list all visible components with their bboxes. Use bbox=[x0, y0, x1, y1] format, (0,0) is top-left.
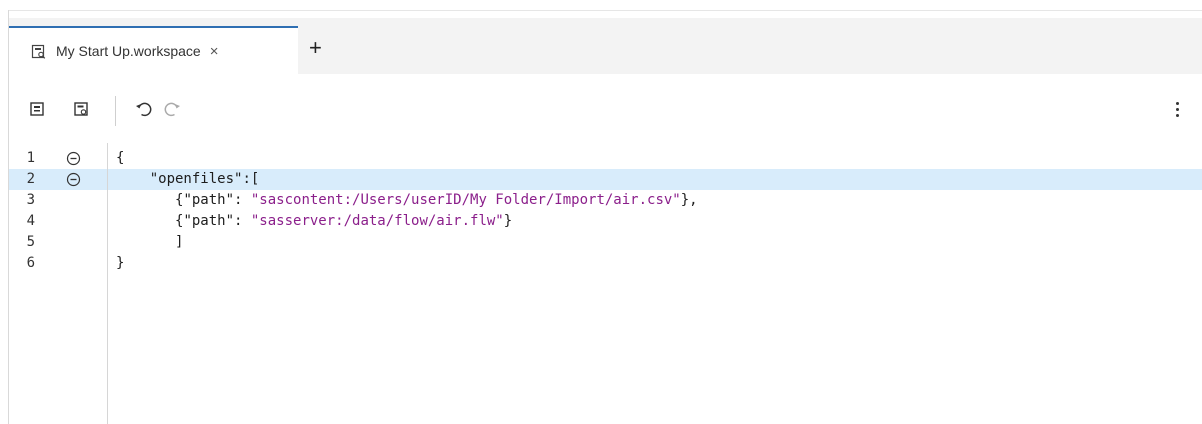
save-icon bbox=[30, 102, 44, 116]
code-text: "openfiles":[ bbox=[149, 171, 260, 187]
frame-top-border bbox=[8, 10, 1202, 11]
editor-toolbar bbox=[26, 96, 1202, 126]
redo-button[interactable] bbox=[162, 98, 184, 120]
code-line-active: 2 "openfiles":[ bbox=[9, 169, 1202, 190]
code-line: 6 } bbox=[9, 253, 1202, 274]
code-line: 5 ] bbox=[9, 232, 1202, 253]
more-options-button[interactable] bbox=[1172, 98, 1182, 120]
toolbar-separator bbox=[115, 96, 116, 126]
code-text: { bbox=[116, 150, 125, 166]
line-number: 5 bbox=[26, 234, 35, 250]
undo-button[interactable] bbox=[132, 98, 154, 120]
save-button[interactable] bbox=[26, 98, 48, 120]
add-tab-button[interactable]: + bbox=[309, 36, 322, 60]
tab-bar: My Start Up.workspace × + bbox=[9, 18, 1202, 74]
code-line: 3 {"path": "sascontent:/Users/userID/My … bbox=[9, 190, 1202, 211]
line-number: 6 bbox=[26, 255, 35, 271]
fold-collapse-icon[interactable] bbox=[66, 151, 81, 166]
tab-label: My Start Up.workspace bbox=[56, 43, 201, 59]
tab-my-start-up-workspace[interactable]: My Start Up.workspace × bbox=[9, 26, 298, 74]
code-editor[interactable]: 1 { 2 "openfiles":[ 3 {"path": "sasconte… bbox=[9, 143, 1202, 424]
line-number: 4 bbox=[26, 213, 35, 229]
line-number: 3 bbox=[26, 192, 35, 208]
save-as-button[interactable] bbox=[70, 98, 92, 120]
undo-icon bbox=[136, 102, 152, 117]
line-number: 2 bbox=[26, 171, 35, 187]
code-text: {"path": "sasserver:/data/flow/air.flw"} bbox=[175, 213, 513, 229]
code-text: ] bbox=[175, 234, 184, 250]
code-text: } bbox=[116, 255, 125, 271]
redo-icon bbox=[164, 102, 180, 117]
tab-close-button[interactable]: × bbox=[210, 43, 219, 60]
save-as-icon bbox=[74, 102, 88, 116]
fold-collapse-icon[interactable] bbox=[66, 172, 81, 187]
code-line: 4 {"path": "sasserver:/data/flow/air.flw… bbox=[9, 211, 1202, 232]
gutter-divider bbox=[107, 143, 108, 424]
more-options-icon bbox=[1175, 101, 1179, 105]
code-text: {"path": "sascontent:/Users/userID/My Fo… bbox=[175, 192, 698, 208]
workspace-icon bbox=[31, 44, 46, 59]
line-number: 1 bbox=[26, 150, 35, 166]
code-line: 1 { bbox=[9, 148, 1202, 169]
